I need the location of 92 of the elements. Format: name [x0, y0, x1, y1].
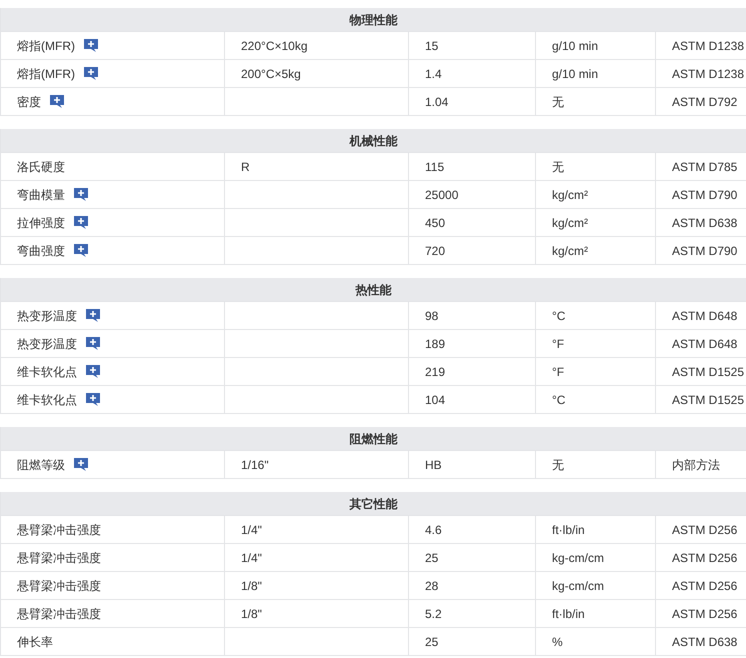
- plus-icon[interactable]: [73, 215, 89, 230]
- test-method: ASTM D638: [672, 634, 738, 650]
- test-method: ASTM D256: [672, 606, 738, 622]
- test-method: ASTM D1525: [672, 364, 744, 380]
- test-condition: 1/8": [241, 578, 262, 594]
- property-value: 28: [425, 578, 438, 594]
- property-name: 伸长率: [17, 634, 53, 650]
- property-name: 悬臂梁冲击强度: [17, 550, 101, 566]
- test-condition: 1/4": [241, 550, 262, 566]
- property-name: 熔指(MFR): [17, 66, 75, 82]
- plus-icon[interactable]: [85, 308, 101, 323]
- property-name: 阻燃等级: [17, 456, 65, 474]
- test-method: ASTM D256: [672, 550, 738, 566]
- test-method: ASTM D792: [672, 94, 738, 110]
- plus-icon[interactable]: [85, 392, 101, 407]
- test-method: ASTM D648: [672, 336, 738, 352]
- property-name: 悬臂梁冲击强度: [17, 578, 101, 594]
- property-value: 219: [425, 364, 446, 380]
- property-value: 1.4: [425, 66, 442, 82]
- section-title: 热性能: [356, 282, 392, 298]
- test-condition: 220°C×10kg: [241, 38, 308, 54]
- plus-icon[interactable]: [73, 457, 89, 472]
- property-name: 悬臂梁冲击强度: [17, 606, 101, 622]
- property-value: 25: [425, 634, 438, 650]
- property-value: 1.04: [425, 94, 448, 110]
- unit: 无: [552, 94, 564, 110]
- test-condition: 1/8": [241, 606, 262, 622]
- unit: °C: [552, 392, 566, 408]
- property-value: 5.2: [425, 606, 442, 622]
- section-title: 物理性能: [350, 12, 398, 28]
- test-condition: 200°C×5kg: [241, 66, 301, 82]
- section-title: 其它性能: [350, 496, 398, 512]
- property-name: 弯曲强度: [17, 242, 65, 260]
- property-name: 维卡软化点: [17, 392, 77, 408]
- property-name: 弯曲模量: [17, 186, 65, 204]
- test-method: ASTM D256: [672, 522, 738, 538]
- property-value: 4.6: [425, 522, 442, 538]
- property-value: 450: [425, 214, 446, 232]
- test-method: ASTM D256: [672, 578, 738, 594]
- property-value: HB: [425, 456, 442, 474]
- unit: 无: [552, 158, 564, 176]
- test-method: ASTM D790: [672, 242, 738, 260]
- test-method: 内部方法: [672, 456, 720, 474]
- unit: 无: [552, 456, 564, 474]
- test-method: ASTM D1238: [672, 38, 744, 54]
- plus-icon[interactable]: [73, 243, 89, 258]
- property-name: 洛氏硬度: [17, 158, 65, 176]
- section-title: 阻燃性能: [350, 430, 398, 448]
- plus-icon[interactable]: [73, 187, 89, 202]
- property-value: 25: [425, 550, 438, 566]
- property-value: 15: [425, 38, 438, 54]
- test-method: ASTM D790: [672, 186, 738, 204]
- test-condition: 1/4": [241, 522, 262, 538]
- test-method: ASTM D638: [672, 214, 738, 232]
- test-method: ASTM D1525: [672, 392, 744, 408]
- property-value: 98: [425, 308, 438, 324]
- plus-icon[interactable]: [49, 94, 65, 109]
- property-name: 悬臂梁冲击强度: [17, 522, 101, 538]
- unit: ft·lb/in: [552, 522, 585, 538]
- property-name: 热变形温度: [17, 308, 77, 324]
- section-title: 机械性能: [350, 132, 398, 150]
- unit: kg/cm²: [552, 242, 588, 260]
- property-name: 拉伸强度: [17, 214, 65, 232]
- property-name: 密度: [17, 94, 41, 110]
- property-value: 115: [425, 158, 444, 176]
- test-method: ASTM D648: [672, 308, 738, 324]
- property-value: 25000: [425, 186, 458, 204]
- unit: °C: [552, 308, 566, 324]
- unit: kg/cm²: [552, 214, 588, 232]
- unit: °F: [552, 364, 564, 380]
- property-value: 104: [425, 392, 446, 408]
- property-value: 189: [425, 336, 446, 352]
- unit: kg-cm/cm: [552, 550, 604, 566]
- property-name: 热变形温度: [17, 336, 77, 352]
- unit: kg-cm/cm: [552, 578, 604, 594]
- plus-icon[interactable]: [85, 336, 101, 351]
- plus-icon[interactable]: [82, 38, 99, 53]
- unit: g/10 min: [552, 66, 598, 82]
- property-name: 熔指(MFR): [17, 38, 75, 54]
- unit: %: [552, 634, 563, 650]
- plus-icon[interactable]: [85, 364, 101, 379]
- unit: g/10 min: [552, 38, 598, 54]
- test-method: ASTM D785: [672, 158, 738, 176]
- unit: kg/cm²: [552, 186, 588, 204]
- plus-icon[interactable]: [82, 66, 99, 81]
- property-value: 720: [425, 242, 446, 260]
- test-condition: 1/16": [241, 456, 269, 474]
- test-condition: R: [241, 158, 250, 176]
- unit: ft·lb/in: [552, 606, 585, 622]
- test-method: ASTM D1238: [672, 66, 744, 82]
- property-name: 维卡软化点: [17, 364, 77, 380]
- unit: °F: [552, 336, 564, 352]
